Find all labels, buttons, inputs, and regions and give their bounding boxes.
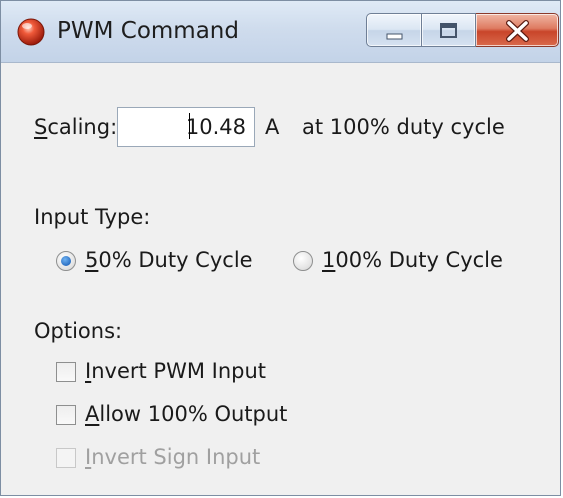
radio-100-accel-key: 1 <box>322 248 336 272</box>
checkbox-invert-sign-input <box>56 448 76 468</box>
radio-100-label[interactable]: 100% Duty Cycle <box>322 246 503 274</box>
maximize-icon <box>440 23 457 38</box>
pwm-command-window: PWM Command Scaling: 10.48 A at 100% dut… <box>0 0 561 496</box>
scaling-accel-key: S <box>34 115 48 139</box>
invert-sign-input-label: Invert Sign Input <box>85 443 260 471</box>
scaling-label: Scaling: <box>34 113 117 141</box>
invert-pwm-label-text: nvert PWM Input <box>91 359 267 383</box>
scaling-input[interactable]: 10.48 <box>117 107 255 147</box>
close-button[interactable] <box>476 13 559 47</box>
invert-pwm-input-label[interactable]: Invert PWM Input <box>85 357 266 385</box>
radio-50-duty-cycle[interactable] <box>56 251 76 271</box>
text-caret <box>189 113 190 139</box>
title-bar[interactable]: PWM Command <box>1 1 560 63</box>
options-label: Options: <box>34 319 123 343</box>
radio-50-label-text: 0% Duty Cycle <box>98 248 253 272</box>
input-type-label: Input Type: <box>34 205 151 229</box>
maximize-button[interactable] <box>422 13 476 47</box>
dialog-content: Scaling: 10.48 A at 100% duty cycle Inpu… <box>1 63 560 495</box>
scaling-suffix: at 100% duty cycle <box>302 115 505 139</box>
close-icon <box>506 20 529 42</box>
radio-100-label-text: 00% Duty Cycle <box>335 248 503 272</box>
radio-50-label[interactable]: 50% Duty Cycle <box>85 246 253 274</box>
checkbox-allow-100-output[interactable] <box>56 405 76 425</box>
scaling-unit: A <box>265 115 280 139</box>
checkbox-invert-pwm-input[interactable] <box>56 362 76 382</box>
minimize-icon <box>386 33 403 40</box>
red-sphere-icon <box>16 17 46 47</box>
radio-selected-dot <box>61 256 71 266</box>
invert-sign-label-text: nvert Sign Input <box>91 445 261 469</box>
allow-100-accel-key: A <box>85 402 100 426</box>
allow-100-label-text: llow 100% Output <box>99 402 288 426</box>
window-title: PWM Command <box>57 18 239 44</box>
scaling-label-text: caling: <box>47 115 118 139</box>
minimize-button[interactable] <box>366 13 422 47</box>
radio-50-accel-key: 5 <box>85 248 99 272</box>
allow-100-output-label[interactable]: Allow 100% Output <box>85 400 287 428</box>
radio-100-duty-cycle[interactable] <box>293 251 313 271</box>
